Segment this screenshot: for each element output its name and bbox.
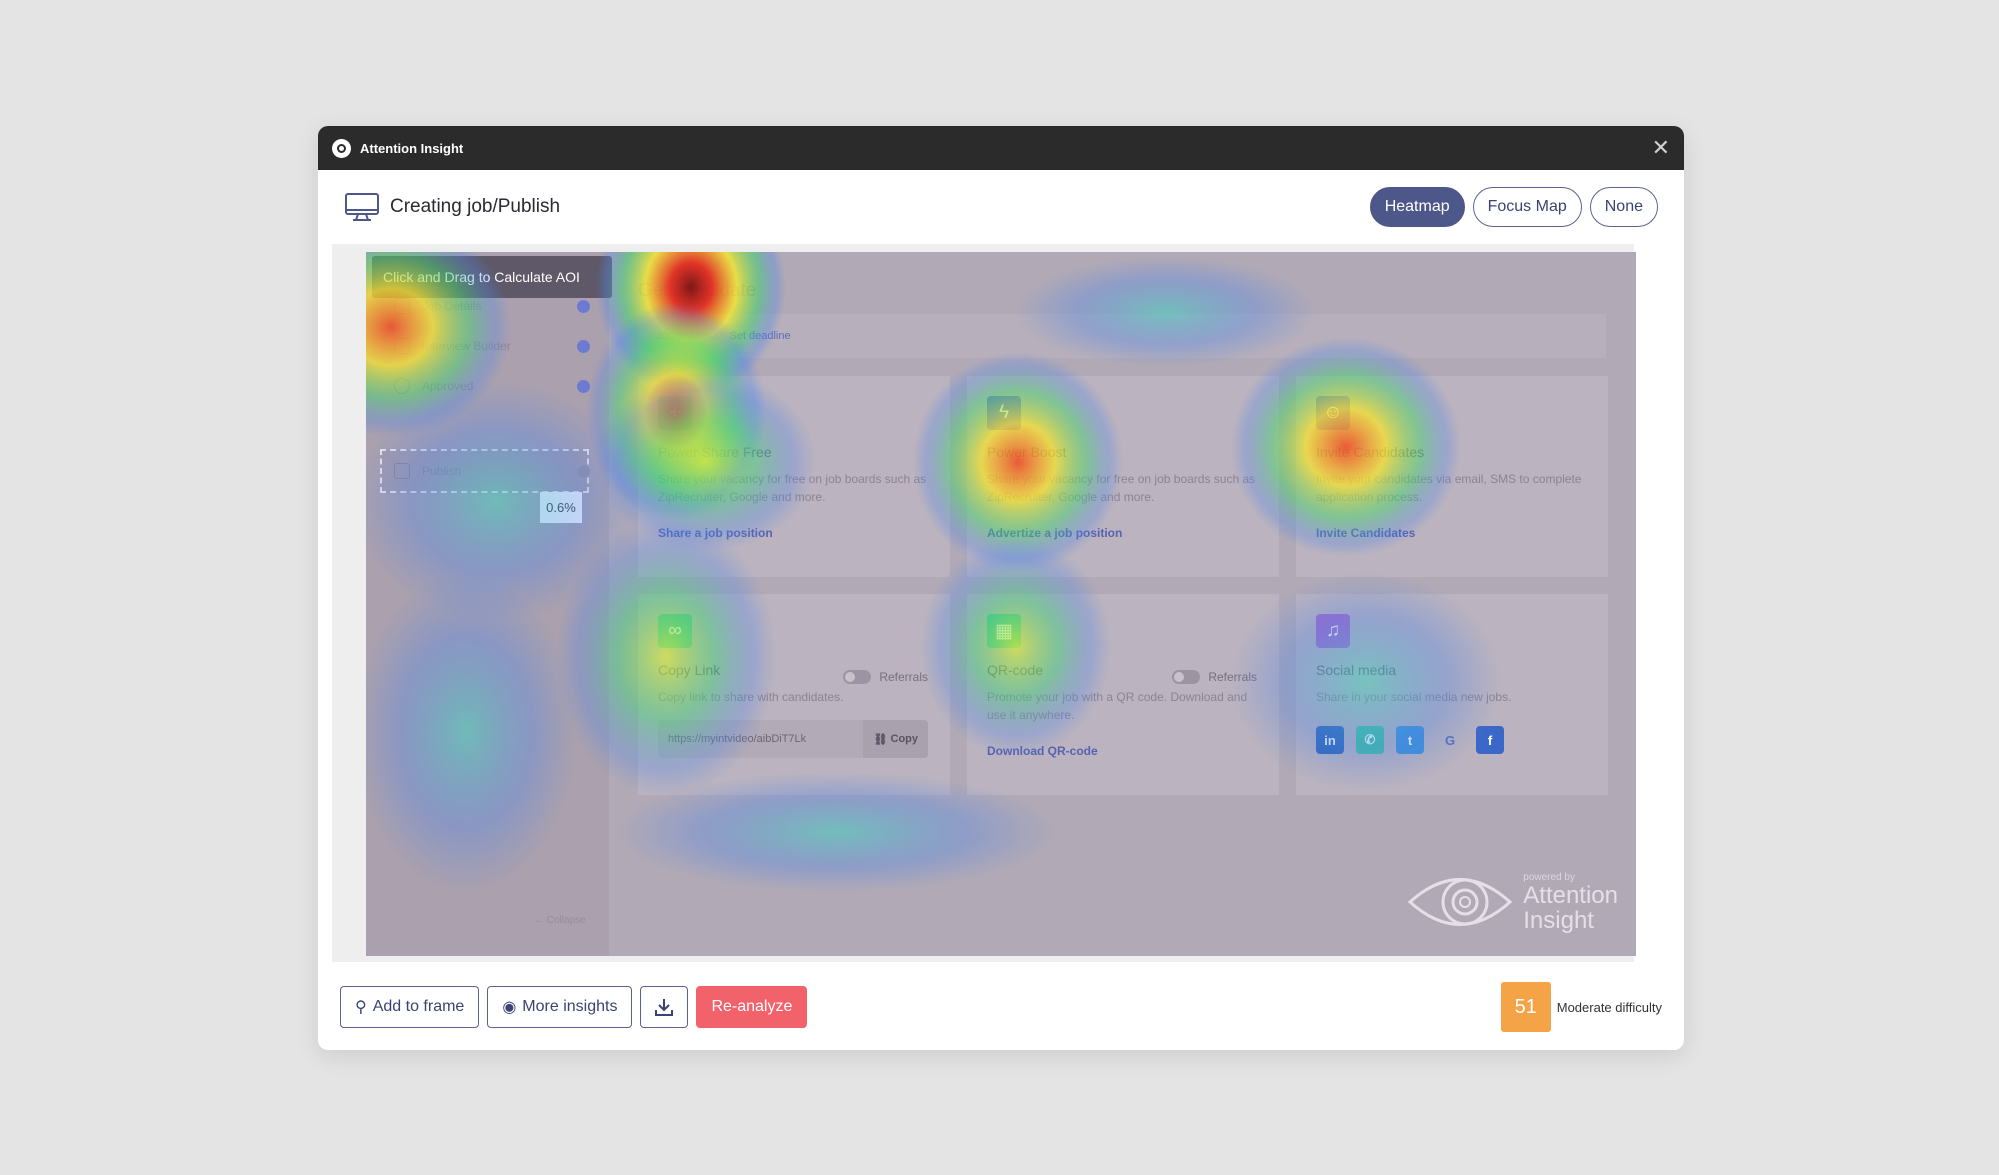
- preview-page-title: Get candidate: [638, 280, 757, 301]
- card-link: Download QR-code: [987, 744, 1098, 758]
- referrals-toggle: Referrals: [1172, 670, 1257, 684]
- card-description: Copy link to share with candidates.: [658, 690, 844, 704]
- pin-icon: ⚲: [355, 999, 367, 1016]
- deadline-bar: Job deadline: Set deadline: [638, 314, 1606, 358]
- app-title: Attention Insight: [360, 140, 464, 156]
- card-description: Share in your social media new jobs.: [1316, 690, 1512, 704]
- check-icon: [577, 299, 590, 313]
- footer-toolbar: ⚲ Add to frame ◉ More insights Re-analyz…: [318, 964, 1684, 1050]
- grid-icon: [394, 338, 410, 354]
- referrals-toggle: Referrals: [843, 670, 928, 684]
- step-interview-builder: Interview Builder: [394, 326, 590, 366]
- card-title: Power Boost: [987, 444, 1067, 460]
- card-link: Advertize a job position: [987, 526, 1123, 540]
- step-label: Interview Builder: [422, 339, 511, 353]
- whatsapp-icon: ✆: [1356, 726, 1384, 754]
- document-icon: [394, 298, 410, 314]
- card-power-share-free: + Power Share Free Share your vacancy fo…: [638, 376, 950, 577]
- card-description: Invite your candidates via email, SMS to…: [1316, 472, 1582, 504]
- check-icon: [577, 379, 590, 393]
- google-icon: G: [1444, 732, 1456, 748]
- plus-icon: +: [658, 396, 692, 430]
- eye-logo-icon: [1408, 878, 1513, 926]
- download-icon: [655, 999, 674, 1016]
- twitter-icon: t: [1396, 726, 1424, 754]
- link-url: https://myintvideo/aibDiT7Lk: [668, 733, 807, 745]
- card-description: Share your vacancy for free on job board…: [658, 472, 927, 504]
- add-to-frame-button[interactable]: ⚲ Add to frame: [340, 986, 480, 1028]
- social-icons: in ✆ t G f: [1316, 726, 1588, 754]
- link-icon: ⛓: [873, 733, 891, 746]
- step-label: Approved: [422, 379, 474, 393]
- copy-label: Copy: [890, 733, 919, 745]
- collapse-label: ← Collapse: [534, 915, 586, 926]
- users-icon: ☺: [1316, 396, 1350, 430]
- toggle-label: Referrals: [879, 670, 928, 684]
- card-title: Invite Candidates: [1316, 444, 1425, 460]
- download-button[interactable]: [640, 986, 689, 1028]
- step-label: Job Details: [422, 299, 482, 313]
- watermark-powered-by: powered by: [1523, 871, 1575, 883]
- card-invite-candidates: ☺ Invite Candidates Invite your candidat…: [1296, 376, 1608, 577]
- card-copy-link: ∞ Copy Link Referrals Copy link to share…: [638, 594, 950, 795]
- aoi-instruction-tooltip: Click and Drag to Calculate AOI: [372, 256, 612, 298]
- copy-button: ⛓ Copy: [863, 720, 928, 758]
- toggle-switch: [843, 670, 872, 684]
- difficulty-label: Moderate difficulty: [1556, 999, 1662, 1015]
- card-power-boost: ϟ Power Boost Share your vacancy for fre…: [967, 376, 1279, 577]
- none-button[interactable]: None: [1589, 187, 1658, 227]
- eye-icon: [394, 378, 410, 394]
- header: Creating job/Publish Heatmap Focus Map N…: [318, 170, 1684, 244]
- re-analyze-button[interactable]: Re-analyze: [696, 986, 808, 1028]
- attention-insight-window: Attention Insight ✕ Creating job/Publish…: [318, 126, 1684, 1050]
- aoi-percentage: 0.6%: [540, 492, 582, 523]
- card-title: Power Share Free: [658, 444, 772, 460]
- toggle-label: Referrals: [1208, 670, 1257, 684]
- step-label: Publish: [422, 464, 462, 478]
- close-icon[interactable]: ✕: [1652, 137, 1670, 159]
- toggle-switch: [1172, 670, 1201, 684]
- more-insights-label: More insights: [522, 998, 618, 1015]
- focus-map-button[interactable]: Focus Map: [1472, 187, 1582, 227]
- card-description: Promote your job with a QR code. Downloa…: [987, 690, 1248, 722]
- eye-icon: ◉: [502, 999, 517, 1016]
- card-description: Share your vacancy for free on job board…: [987, 472, 1256, 504]
- heatmap-button[interactable]: Heatmap: [1369, 187, 1465, 227]
- page-title: Creating job/Publish: [390, 196, 561, 217]
- attention-insight-logo-icon: [332, 138, 351, 158]
- watermark-line-2: Insight: [1523, 906, 1594, 934]
- check-icon: [577, 339, 590, 353]
- watermark-line-1: Attention: [1523, 881, 1618, 909]
- title-bar: Attention Insight ✕: [318, 126, 1684, 170]
- card-link: Invite Candidates: [1316, 526, 1416, 540]
- card-qr-code: ▦ QR-code Referrals Promote your job wit…: [967, 594, 1279, 795]
- analysis-canvas-area: Job Details Interview Builder Approved P…: [332, 244, 1636, 962]
- bell-icon: ♫: [1316, 614, 1350, 648]
- users-icon: [394, 463, 410, 479]
- difficulty-score: 51 Moderate difficulty: [1500, 982, 1662, 1032]
- set-deadline-link: Set deadline: [729, 330, 791, 342]
- step-publish: Publish: [394, 451, 590, 491]
- watermark-text: powered by Attention Insight: [1523, 872, 1618, 933]
- qr-icon: ▦: [987, 614, 1021, 648]
- check-icon: [577, 464, 590, 478]
- heatmap-canvas[interactable]: Job Details Interview Builder Approved P…: [366, 252, 1636, 956]
- view-toggle: Heatmap Focus Map None: [1369, 187, 1658, 227]
- deadline-label: Job deadline:: [656, 330, 722, 342]
- score-badge: 51: [1500, 982, 1551, 1032]
- card-title: Social media: [1316, 662, 1397, 678]
- add-to-frame-label: Add to frame: [372, 998, 465, 1015]
- bolt-icon: ϟ: [987, 396, 1021, 430]
- link-icon: ∞: [658, 614, 692, 648]
- facebook-icon: f: [1476, 726, 1504, 754]
- attention-insight-watermark: powered by Attention Insight: [1405, 862, 1618, 942]
- desktop-monitor-icon: [345, 193, 379, 221]
- card-social-media: ♫ Social media Share in your social medi…: [1296, 594, 1608, 795]
- link-copy-field: https://myintvideo/aibDiT7Lk ⛓ Copy: [658, 720, 928, 758]
- step-approved: Approved: [394, 366, 590, 406]
- card-link: Share a job position: [658, 526, 773, 540]
- preview-sidebar: Job Details Interview Builder Approved P…: [366, 252, 609, 956]
- linkedin-icon: in: [1316, 726, 1344, 754]
- more-insights-button[interactable]: ◉ More insights: [487, 986, 633, 1028]
